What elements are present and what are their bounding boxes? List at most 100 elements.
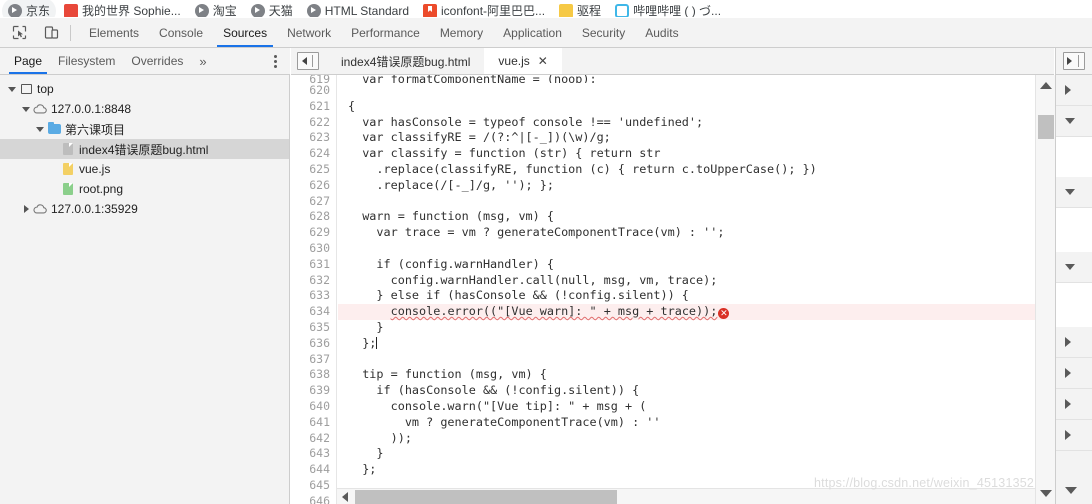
bookmark-item[interactable]: 京东: [2, 0, 57, 17]
show-navigator-icon[interactable]: [297, 52, 319, 70]
line-number[interactable]: 622: [291, 115, 336, 131]
bookmark-item[interactable]: iconfont-阿里巴巴...: [417, 0, 551, 17]
code-line[interactable]: if (config.warnHandler) {: [338, 257, 1055, 273]
chevron-down-icon[interactable]: [1065, 487, 1077, 494]
code-line[interactable]: if (hasConsole && (!config.silent)) {: [338, 383, 1055, 399]
debugger-section-toggle[interactable]: [1056, 106, 1092, 137]
tab-memory[interactable]: Memory: [430, 18, 493, 47]
bookmark-item[interactable]: 淘宝: [189, 0, 243, 17]
bookmark-item[interactable]: 天猫: [245, 0, 299, 17]
code-line[interactable]: } else if (hasConsole && (!config.silent…: [338, 288, 1055, 304]
navigator-tab-page[interactable]: Page: [6, 48, 50, 74]
tree-item[interactable]: 127.0.0.1:35929: [0, 199, 289, 219]
debugger-section-toggle[interactable]: [1056, 75, 1092, 106]
code-line[interactable]: .replace(/[-_]/g, ''); };: [338, 178, 1055, 194]
tree-item[interactable]: 127.0.0.1:8848: [0, 99, 289, 119]
line-number[interactable]: 635: [291, 320, 336, 336]
scroll-left-arrow-icon[interactable]: [342, 491, 348, 502]
code-line[interactable]: }: [338, 320, 1055, 336]
close-icon[interactable]: ✕: [538, 55, 548, 67]
line-number[interactable]: 637: [291, 352, 336, 368]
navigator-tab-filesystem[interactable]: Filesystem: [50, 48, 123, 74]
more-options-icon[interactable]: [268, 52, 282, 70]
scroll-down-arrow-icon[interactable]: [1039, 490, 1052, 497]
line-number[interactable]: 642: [291, 431, 336, 447]
line-number[interactable]: 639: [291, 383, 336, 399]
scroll-up-arrow-icon[interactable]: [1039, 82, 1052, 89]
line-number[interactable]: 621: [291, 99, 336, 115]
vertical-scrollbar-thumb[interactable]: [1038, 115, 1054, 139]
line-number[interactable]: 628: [291, 209, 336, 225]
bookmark-item[interactable]: HTML Standard: [301, 0, 415, 17]
debugger-section-toggle[interactable]: [1056, 358, 1092, 389]
tree-item[interactable]: top: [0, 79, 289, 99]
line-number[interactable]: 630: [291, 241, 336, 257]
tab-application[interactable]: Application: [493, 18, 572, 47]
editor-tab[interactable]: vue.js ✕: [484, 48, 562, 74]
line-number[interactable]: 640: [291, 399, 336, 415]
code-line[interactable]: [338, 241, 1055, 257]
line-number[interactable]: 646: [291, 494, 336, 504]
code-line[interactable]: var classifyRE = /(?:^|[-_])(\w)/g;: [338, 130, 1055, 146]
line-number-gutter[interactable]: 619 620 621 622 623 624 625 626 627 628 629 630 631 6…: [291, 75, 337, 504]
debugger-section-toggle[interactable]: [1056, 389, 1092, 420]
code-line[interactable]: warn = function (msg, vm) {: [338, 209, 1055, 225]
line-number[interactable]: 627: [291, 194, 336, 210]
line-number[interactable]: 625: [291, 162, 336, 178]
line-number[interactable]: 641: [291, 415, 336, 431]
navigator-more-tabs-button[interactable]: »: [191, 54, 214, 69]
line-number[interactable]: 636: [291, 336, 336, 352]
navigator-file-tree[interactable]: top 127.0.0.1:8848 第六课项目 index4错误原题bug.html…: [0, 75, 290, 504]
debugger-section-toggle[interactable]: [1056, 327, 1092, 358]
code-line[interactable]: vm ? generateComponentTrace(vm) : '': [338, 415, 1055, 431]
line-number[interactable]: 633: [291, 288, 336, 304]
line-number[interactable]: 623: [291, 130, 336, 146]
debugger-section-toggle[interactable]: [1056, 177, 1092, 208]
debugger-section-toggle[interactable]: [1056, 420, 1092, 451]
tree-item[interactable]: index4错误原题bug.html: [0, 139, 289, 159]
chevron-down-icon[interactable]: [20, 99, 32, 119]
code-line[interactable]: var classify = function (str) { return s…: [338, 146, 1055, 162]
code-content[interactable]: var formatComponentName = (noop); { var h…: [338, 75, 1055, 504]
code-line[interactable]: {: [338, 99, 1055, 115]
code-line[interactable]: };: [338, 462, 1055, 478]
horizontal-scrollbar-thumb[interactable]: [355, 490, 617, 504]
code-line[interactable]: };: [338, 336, 1055, 352]
debugger-section-toggle[interactable]: [1056, 252, 1092, 283]
code-line[interactable]: var hasConsole = typeof console !== 'und…: [338, 115, 1055, 131]
editor-vertical-scrollbar[interactable]: [1035, 75, 1055, 504]
line-number[interactable]: 620: [291, 83, 336, 99]
line-number[interactable]: 643: [291, 446, 336, 462]
tab-network[interactable]: Network: [277, 18, 341, 47]
editor-tab[interactable]: index4错误原题bug.html: [327, 48, 484, 74]
tab-performance[interactable]: Performance: [341, 18, 430, 47]
line-number[interactable]: 629: [291, 225, 336, 241]
code-line[interactable]: [338, 83, 1055, 99]
line-number[interactable]: 634: [291, 304, 336, 320]
tab-console[interactable]: Console: [149, 18, 213, 47]
toggle-device-toolbar-icon[interactable]: [38, 20, 64, 46]
code-line[interactable]: [338, 352, 1055, 368]
chevron-down-icon[interactable]: [6, 79, 18, 99]
chevron-right-icon[interactable]: [20, 199, 32, 219]
line-number[interactable]: 631: [291, 257, 336, 273]
tree-item[interactable]: 第六课项目: [0, 119, 289, 139]
code-line[interactable]: .replace(classifyRE, function (c) { retu…: [338, 162, 1055, 178]
show-debugger-sidebar-icon[interactable]: [1063, 52, 1085, 70]
bookmark-item[interactable]: 驱程: [553, 0, 607, 17]
error-badge-icon[interactable]: ✕: [718, 308, 730, 320]
tab-audits[interactable]: Audits: [635, 18, 688, 47]
tab-elements[interactable]: Elements: [79, 18, 149, 47]
code-line[interactable]: tip = function (msg, vm) {: [338, 367, 1055, 383]
inspect-element-icon[interactable]: [6, 20, 32, 46]
line-number[interactable]: 626: [291, 178, 336, 194]
code-line[interactable]: var trace = vm ? generateComponentTrace(…: [338, 225, 1055, 241]
navigator-tab-overrides[interactable]: Overrides: [123, 48, 191, 74]
code-line[interactable]: console.error(("[Vue warn]: " + msg + tr…: [338, 304, 1055, 320]
line-number[interactable]: 624: [291, 146, 336, 162]
line-number[interactable]: 644: [291, 462, 336, 478]
editor-horizontal-scrollbar[interactable]: [337, 488, 1035, 504]
tab-sources[interactable]: Sources: [213, 18, 277, 47]
tree-item[interactable]: root.png: [0, 179, 289, 199]
code-line[interactable]: config.warnHandler.call(null, msg, vm, t…: [338, 273, 1055, 289]
